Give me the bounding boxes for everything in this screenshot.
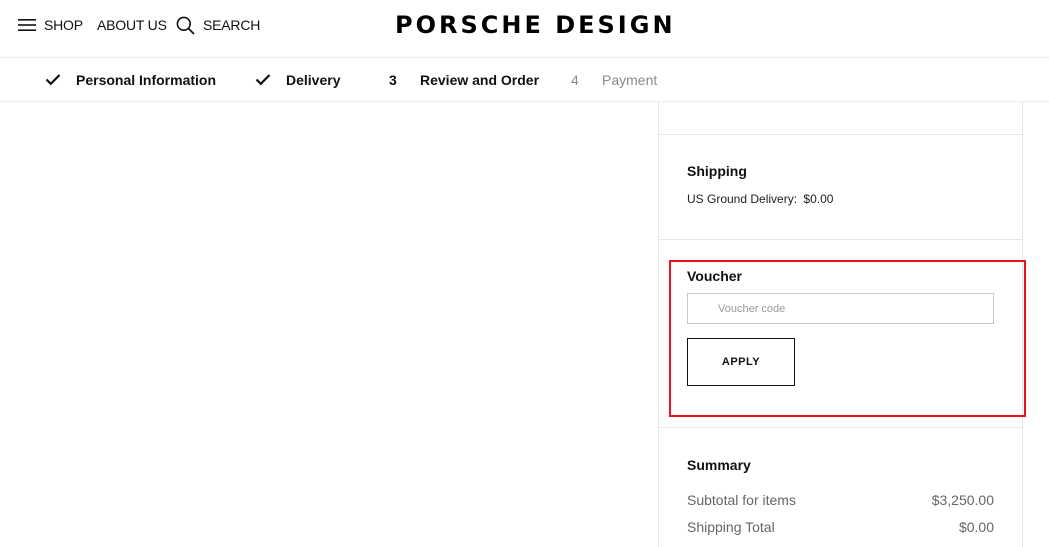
step-label: Personal Information bbox=[76, 71, 217, 88]
section-divider bbox=[659, 427, 1022, 428]
step-label: Delivery bbox=[286, 71, 341, 88]
brand-logo[interactable]: PORSCHE DESIGN bbox=[395, 13, 747, 37]
voucher-title: Voucher bbox=[687, 268, 742, 284]
summary-row-shipping: Shipping Total $0.00 bbox=[687, 519, 994, 537]
section-divider bbox=[659, 239, 1022, 240]
summary-row-label: Shipping Total bbox=[687, 519, 775, 535]
step-delivery[interactable]: Delivery bbox=[255, 58, 340, 101]
shop-menu-button[interactable]: SHOP bbox=[18, 16, 83, 34]
summary-row-value: $0.00 bbox=[958, 519, 994, 535]
step-label: Review and Order bbox=[420, 71, 540, 88]
search-label: SEARCH bbox=[203, 17, 261, 33]
apply-voucher-button[interactable]: APPLY bbox=[687, 338, 795, 386]
shipping-method: US Ground Delivery: $0.00 bbox=[687, 192, 833, 206]
section-divider bbox=[659, 134, 1022, 135]
site-header: SHOP ABOUT US SEARCH PORSCHE DESIGN bbox=[0, 0, 1049, 58]
summary-row-label: Subtotal for items bbox=[687, 492, 796, 508]
summary-row-value: $3,250.00 bbox=[931, 492, 994, 508]
step-label: Payment bbox=[602, 71, 658, 88]
search-button[interactable]: SEARCH bbox=[176, 16, 261, 35]
summary-row-subtotal: Subtotal for items $3,250.00 bbox=[687, 492, 994, 510]
about-us-label: ABOUT US bbox=[97, 17, 167, 33]
search-icon bbox=[176, 16, 195, 35]
summary-title: Summary bbox=[687, 457, 751, 473]
step-number: 4 bbox=[571, 71, 579, 88]
checkmark-icon bbox=[255, 73, 277, 86]
shop-label: SHOP bbox=[44, 17, 83, 33]
step-number: 3 bbox=[389, 71, 397, 88]
checkout-progress: Personal Information Delivery 3 Review a… bbox=[0, 58, 1049, 102]
order-sidebar: Shipping US Ground Delivery: $0.00 Vouch… bbox=[658, 102, 1023, 547]
shipping-title: Shipping bbox=[687, 163, 747, 179]
shipping-price: $0.00 bbox=[803, 192, 834, 206]
hamburger-menu-icon bbox=[18, 18, 36, 32]
checkmark-icon bbox=[45, 73, 67, 86]
shipping-method-label: US Ground Delivery: bbox=[687, 192, 798, 206]
voucher-code-input[interactable] bbox=[687, 293, 994, 324]
step-personal-information[interactable]: Personal Information bbox=[45, 58, 216, 101]
about-us-link[interactable]: ABOUT US bbox=[97, 16, 167, 34]
step-review-and-order[interactable]: 3 Review and Order bbox=[389, 58, 539, 101]
step-payment: 4 Payment bbox=[571, 58, 657, 101]
